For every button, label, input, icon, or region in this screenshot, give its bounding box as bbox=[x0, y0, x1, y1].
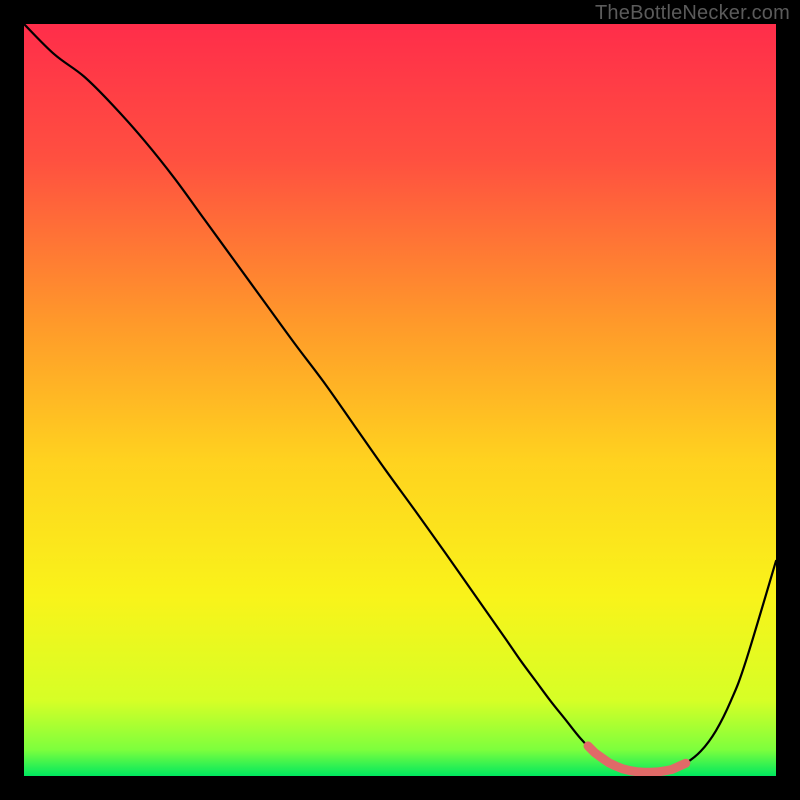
plot-area bbox=[24, 24, 776, 776]
chart-svg bbox=[24, 24, 776, 776]
bottleneck-curve bbox=[24, 24, 776, 773]
attribution-label: TheBottleNecker.com bbox=[595, 2, 790, 25]
chart-frame: TheBottleNecker.com bbox=[0, 0, 800, 800]
recommended-range-highlight bbox=[588, 746, 686, 772]
